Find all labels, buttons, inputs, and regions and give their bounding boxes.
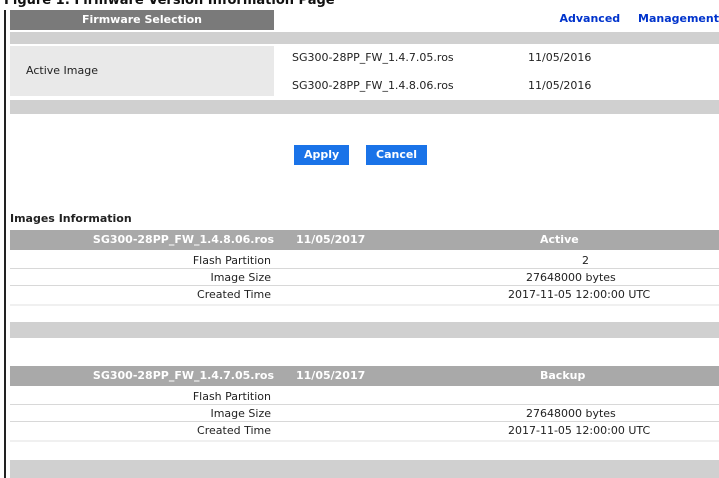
- row-label: Created Time: [197, 424, 271, 437]
- row-value: 2017-11-05 12:00:00 UTC: [508, 288, 651, 301]
- row-value: 27648000 bytes: [526, 271, 616, 284]
- divider: [10, 322, 719, 338]
- divider: [10, 460, 719, 478]
- row-label: Created Time: [197, 288, 271, 301]
- image-status: Active: [540, 233, 579, 246]
- row-value: 2017-11-05 12:00:00 UTC: [508, 424, 651, 437]
- row-label: Image Size: [210, 407, 271, 420]
- table-row: Image Size 27648000 bytes: [10, 269, 719, 286]
- caption-text: Figure 1: Firmware Version Information P…: [4, 0, 335, 8]
- divider: [10, 440, 719, 442]
- top-links: Advanced Management: [546, 12, 719, 25]
- apply-button[interactable]: Apply: [294, 145, 350, 165]
- divider: [10, 32, 719, 44]
- figure-caption: Figure 1: Firmware Version Information P…: [0, 0, 719, 10]
- table-row: Created Time 2017-11-05 12:00:00 UTC: [10, 422, 719, 439]
- row-label: Flash Partition: [192, 254, 271, 267]
- advanced-link[interactable]: Advanced: [560, 12, 621, 25]
- image-option-name: SG300-28PP_FW_1.4.8.06.ros: [292, 79, 454, 92]
- image-status: Backup: [540, 369, 586, 382]
- image-table-header: SG300-28PP_FW_1.4.7.05.ros 11/05/2017 Ba…: [10, 366, 719, 386]
- image-option[interactable]: SG300-28PP_FW_1.4.8.06.ros 11/05/2016: [292, 78, 591, 94]
- image-table-header: SG300-28PP_FW_1.4.8.06.ros 11/05/2017 Ac…: [10, 230, 719, 250]
- image-name: SG300-28PP_FW_1.4.8.06.ros: [92, 233, 274, 246]
- divider: [10, 304, 719, 306]
- row-label: Flash Partition: [192, 390, 271, 403]
- table-row: Flash Partition: [10, 388, 719, 405]
- image-option-name: SG300-28PP_FW_1.4.7.05.ros: [292, 51, 454, 64]
- image-date: 11/05/2017: [296, 233, 366, 246]
- table-row: Flash Partition 2: [10, 252, 719, 269]
- row-label: Image Size: [210, 271, 271, 284]
- image-option-date: 11/05/2016: [528, 79, 592, 92]
- image-option-date: 11/05/2016: [528, 51, 592, 64]
- active-image-label: Active Image: [26, 64, 98, 77]
- image-date: 11/05/2017: [296, 369, 366, 382]
- cancel-button[interactable]: Cancel: [366, 145, 428, 165]
- divider: [10, 100, 719, 114]
- row-value: 2: [582, 254, 589, 267]
- image-option[interactable]: SG300-28PP_FW_1.4.7.05.ros 11/05/2016: [292, 50, 591, 66]
- row-value: 27648000 bytes: [526, 407, 616, 420]
- table-row: Created Time 2017-11-05 12:00:00 UTC: [10, 286, 719, 303]
- table-row: Image Size 27648000 bytes: [10, 405, 719, 422]
- images-info-title: Images Information: [10, 212, 132, 225]
- image-name: SG300-28PP_FW_1.4.7.05.ros: [92, 369, 274, 382]
- section-header: Firmware Selection: [10, 10, 274, 30]
- management-link[interactable]: Management: [638, 12, 719, 25]
